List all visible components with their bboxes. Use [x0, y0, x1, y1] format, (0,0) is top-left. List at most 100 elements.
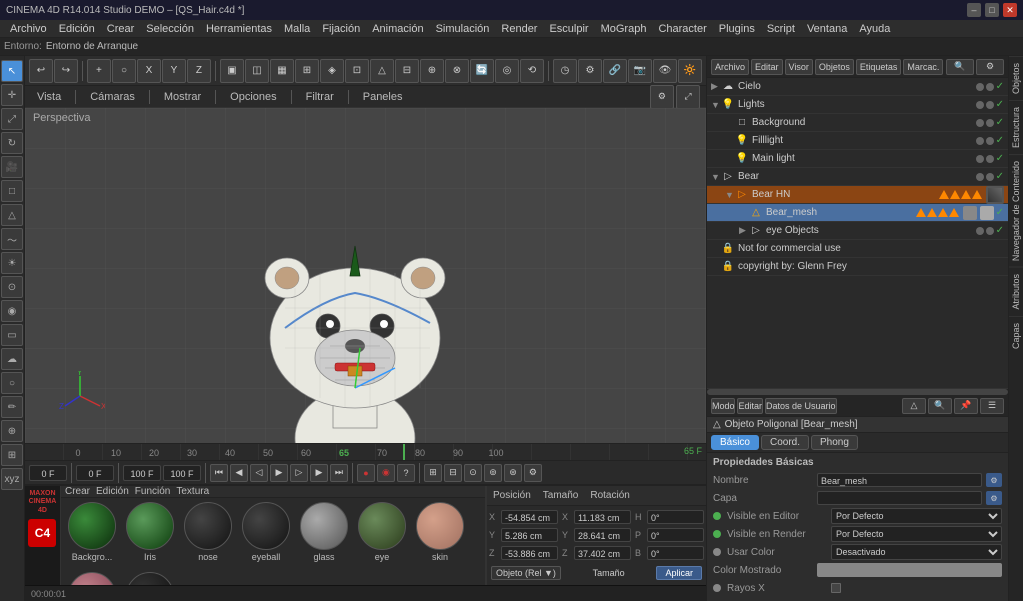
tool-spline[interactable]: 〜 — [1, 228, 23, 250]
obj-not-commercial[interactable]: 🔒 Not for commercial use — [707, 240, 1008, 258]
tool-polygon[interactable]: △ — [1, 204, 23, 226]
material-item-background[interactable]: Backgro... — [65, 502, 119, 568]
rt-visor[interactable]: Visor — [785, 59, 813, 75]
attr-mode-btn[interactable]: Modo — [711, 398, 736, 414]
mesh-btn-7[interactable]: △ — [370, 59, 394, 83]
tool-scale[interactable]: ⤢ — [1, 108, 23, 130]
timeline[interactable]: 0 10 20 30 40 50 60 65 70 80 90 100 65 F — [25, 443, 706, 461]
mat-tab-textura[interactable]: Textura — [176, 486, 209, 497]
menu-fijacion[interactable]: Fijación — [316, 20, 366, 38]
yz-button[interactable]: Y — [162, 59, 186, 83]
playback-play[interactable]: ▶ — [270, 464, 288, 482]
menu-crear[interactable]: Crear — [101, 20, 141, 38]
attr-capa-btn[interactable]: ⚙ — [986, 491, 1002, 505]
viewport-tab-opciones[interactable]: Opciones — [224, 86, 282, 108]
size-z-field[interactable]: 37.402 cm — [574, 546, 631, 560]
mesh-btn-11[interactable]: 🔄 — [470, 59, 494, 83]
obj-bear[interactable]: ▼ ▷ Bear ✓ — [707, 168, 1008, 186]
obj-bear-mesh[interactable]: △ Bear_mesh ✓ — [707, 204, 1008, 222]
material-item-iris[interactable]: Iris — [123, 502, 177, 568]
undo-button[interactable]: ↩ — [29, 59, 53, 83]
menu-seleccion[interactable]: Selección — [140, 20, 200, 38]
attr-icon1[interactable]: △ — [902, 398, 926, 414]
attr-edit-btn[interactable]: Editar — [737, 398, 763, 414]
minimize-button[interactable]: – — [967, 3, 981, 17]
playback-go-start[interactable]: ⏮ — [210, 464, 228, 482]
playback-go-end[interactable]: ⏭ — [330, 464, 348, 482]
menu-ayuda[interactable]: Ayuda — [853, 20, 896, 38]
viewport-fullscreen-btn[interactable]: ⤢ — [676, 85, 700, 109]
material-item-skin[interactable]: skin — [413, 502, 467, 568]
attr-icon3[interactable]: 📌 — [954, 398, 978, 414]
material-item-glass[interactable]: glass — [297, 502, 351, 568]
size-y-field[interactable]: 28.641 cm — [574, 528, 631, 542]
attr-nombre-btn[interactable]: ⚙ — [986, 473, 1002, 487]
obj-bear-hn[interactable]: ▼ ▷ Bear HN — [707, 186, 1008, 204]
obj-lights[interactable]: ▼ 💡 Lights ✓ — [707, 96, 1008, 114]
obj-background[interactable]: □ Background ✓ — [707, 114, 1008, 132]
apply-button[interactable]: Aplicar — [656, 566, 702, 580]
attr-tab-coord[interactable]: Coord. — [761, 435, 809, 450]
mesh-btn-3[interactable]: ▦ — [270, 59, 294, 83]
tool-null[interactable]: ○ — [1, 372, 23, 394]
attr-icon2[interactable]: 🔍 — [928, 398, 952, 414]
menu-edicion[interactable]: Edición — [53, 20, 101, 38]
rot-p-field[interactable]: 0° — [647, 528, 704, 542]
tool-sky[interactable]: ☁ — [1, 348, 23, 370]
playback-key-btn1[interactable]: ⊞ — [424, 464, 442, 482]
obj-filllight[interactable]: 💡 Filllight ✓ — [707, 132, 1008, 150]
tool-snap[interactable]: ⊞ — [1, 444, 23, 466]
playback-step-fwd2[interactable]: ▶ — [310, 464, 328, 482]
pos-z-field[interactable]: -53.886 cm — [501, 546, 558, 560]
menu-esculpir[interactable]: Esculpir — [543, 20, 594, 38]
material-item-earinne[interactable]: ear inne... — [65, 572, 119, 585]
attr-visible-render-select[interactable]: Por Defecto — [831, 526, 1002, 542]
object-rel-button[interactable]: Objeto (Rel ▼) — [491, 566, 561, 580]
rt-config[interactable]: ⚙ — [976, 59, 1004, 75]
menu-character[interactable]: Character — [652, 20, 712, 38]
viewport-config-btn[interactable]: ⚙ — [650, 85, 674, 109]
render-btn-6[interactable]: 🔆 — [678, 59, 702, 83]
rt-editar[interactable]: Editar — [751, 59, 783, 75]
menu-archivo[interactable]: Archivo — [4, 20, 53, 38]
mesh-btn-4[interactable]: ⊞ — [295, 59, 319, 83]
attr-icon4[interactable]: ☰ — [980, 398, 1004, 414]
rt-archivo[interactable]: Archivo — [711, 59, 749, 75]
mesh-btn-5[interactable]: ◈ — [320, 59, 344, 83]
playback-fps[interactable]: 100 F — [163, 465, 201, 481]
add-object-button[interactable]: + — [87, 59, 111, 83]
close-button[interactable]: ✕ — [1003, 3, 1017, 17]
playback-record-active[interactable]: ◉ — [377, 464, 395, 482]
rot-h-field[interactable]: 0° — [647, 510, 704, 524]
playback-current-frame[interactable]: 0 F — [76, 465, 114, 481]
render-btn-1[interactable]: ◷ — [553, 59, 577, 83]
obj-cielo[interactable]: ▶ ☁ Cielo ✓ — [707, 78, 1008, 96]
strip-tab-navegador[interactable]: Navegador de Contenido — [1009, 154, 1023, 267]
menu-plugins[interactable]: Plugins — [713, 20, 761, 38]
tool-axis[interactable]: ⊕ — [1, 420, 23, 442]
object-type-button[interactable]: ○ — [112, 59, 136, 83]
playback-start-frame[interactable]: 0 F — [29, 465, 67, 481]
material-item-eyebrow[interactable]: eyebrow — [123, 572, 177, 585]
menu-animacion[interactable]: Animación — [366, 20, 429, 38]
attr-rayos-checkbox[interactable] — [831, 583, 841, 593]
size-x-field[interactable]: 11.183 cm — [574, 510, 631, 524]
xyz-button[interactable]: X — [137, 59, 161, 83]
attr-color-swatch[interactable] — [817, 563, 1002, 577]
mesh-btn-6[interactable]: ⊡ — [345, 59, 369, 83]
menu-render[interactable]: Render — [495, 20, 543, 38]
tool-render[interactable]: □ — [1, 180, 23, 202]
menu-ventana[interactable]: Ventana — [801, 20, 853, 38]
attr-tab-phong[interactable]: Phong — [811, 435, 858, 450]
menu-herramientas[interactable]: Herramientas — [200, 20, 278, 38]
playback-end-frame[interactable]: 100 F — [123, 465, 161, 481]
viewport-tab-paneles[interactable]: Paneles — [357, 86, 409, 108]
strip-tab-objetos[interactable]: Objetos — [1009, 56, 1023, 100]
obj-eye-objects[interactable]: ▶ ▷ eye Objects ✓ — [707, 222, 1008, 240]
tool-move[interactable]: ✛ — [1, 84, 23, 106]
rt-objetos[interactable]: Objetos — [815, 59, 854, 75]
playback-settings[interactable]: ⚙ — [524, 464, 542, 482]
material-item-eye[interactable]: eye — [355, 502, 409, 568]
mesh-btn-8[interactable]: ⊟ — [395, 59, 419, 83]
attr-nombre-field[interactable]: Bear_mesh — [817, 473, 982, 487]
